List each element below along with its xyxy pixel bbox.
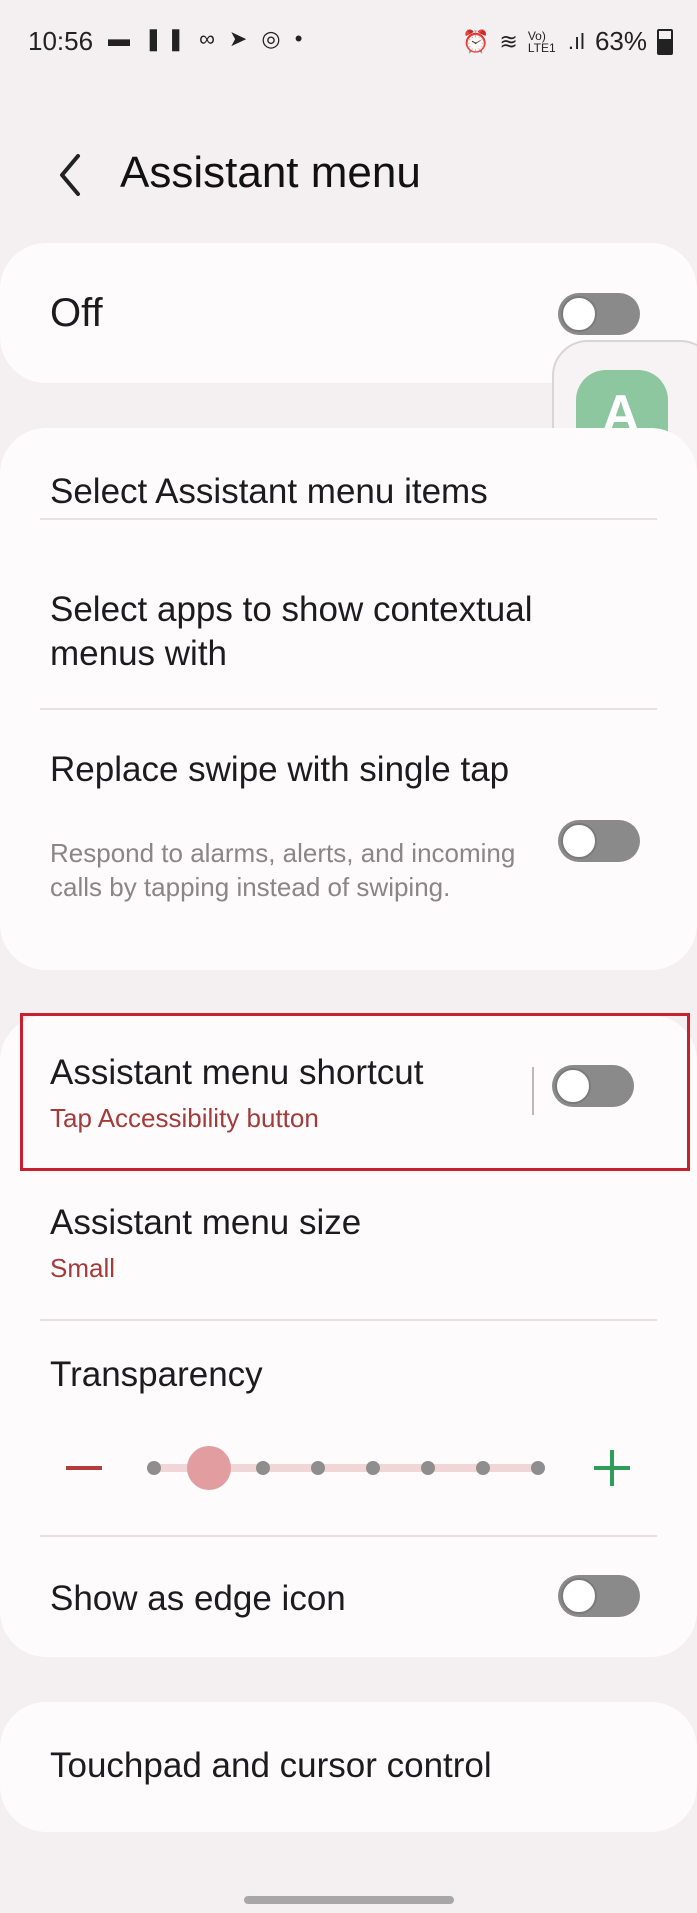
divider bbox=[40, 1535, 657, 1537]
divider bbox=[40, 1319, 657, 1321]
signal-icon: .ıl bbox=[567, 28, 585, 54]
select-items-option[interactable]: Select Assistant menu items bbox=[50, 470, 488, 514]
home-indicator[interactable] bbox=[244, 1896, 454, 1904]
transparency-title: Transparency bbox=[50, 1355, 263, 1394]
touchpad-card[interactable]: Touchpad and cursor control bbox=[0, 1702, 697, 1832]
main-switch-label: Off bbox=[50, 291, 103, 335]
network-label: Vo) LTE1 bbox=[527, 28, 556, 55]
divider bbox=[40, 518, 657, 520]
plus-icon[interactable] bbox=[610, 1450, 614, 1486]
wifi-icon: ≋ bbox=[499, 28, 518, 54]
notification-icons: ▬ ❚❚ ∞ ➤ ◎ • bbox=[108, 26, 307, 51]
settings-card-1: Select Assistant menu items Select apps … bbox=[0, 428, 697, 970]
select-apps-option[interactable]: Select apps to show contextual menus wit… bbox=[50, 588, 580, 676]
edge-icon-toggle[interactable] bbox=[558, 1575, 640, 1617]
size-title[interactable]: Assistant menu size bbox=[50, 1201, 361, 1245]
vertical-separator bbox=[532, 1067, 534, 1115]
size-value: Small bbox=[50, 1253, 116, 1283]
replace-swipe-description: Respond to alarms, alerts, and incoming … bbox=[50, 838, 516, 902]
minus-icon[interactable] bbox=[66, 1466, 102, 1470]
alarm-icon: ⏰ bbox=[461, 28, 490, 54]
edge-icon-title[interactable]: Show as edge icon bbox=[50, 1577, 346, 1621]
slider-step bbox=[311, 1461, 325, 1475]
back-button[interactable] bbox=[52, 150, 92, 200]
slider-step bbox=[147, 1461, 161, 1475]
battery-percent: 63% bbox=[594, 26, 647, 56]
page-title: Assistant menu bbox=[120, 148, 421, 197]
slider-step bbox=[476, 1461, 490, 1475]
slider-step bbox=[366, 1461, 380, 1475]
transparency-slider-thumb[interactable] bbox=[187, 1446, 231, 1490]
chevron-left-icon bbox=[60, 154, 80, 196]
replace-swipe-title[interactable]: Replace swipe with single tap bbox=[50, 748, 510, 792]
divider bbox=[40, 708, 657, 710]
main-toggle[interactable] bbox=[558, 293, 640, 335]
touchpad-option[interactable]: Touchpad and cursor control bbox=[50, 1744, 492, 1788]
highlight-box bbox=[20, 1013, 690, 1171]
status-bar: 10:56 ▬ ❚❚ ∞ ➤ ◎ • ⏰ ≋ Vo) LTE1 .ıl 63% bbox=[0, 0, 697, 90]
slider-step bbox=[421, 1461, 435, 1475]
battery-icon bbox=[657, 28, 673, 55]
slider-step bbox=[531, 1461, 545, 1475]
replace-swipe-toggle[interactable] bbox=[558, 820, 640, 862]
slider-step bbox=[256, 1461, 270, 1475]
status-time: 10:56 bbox=[28, 26, 94, 56]
system-icons: ⏰ ≋ Vo) LTE1 .ıl 63% bbox=[462, 26, 673, 57]
